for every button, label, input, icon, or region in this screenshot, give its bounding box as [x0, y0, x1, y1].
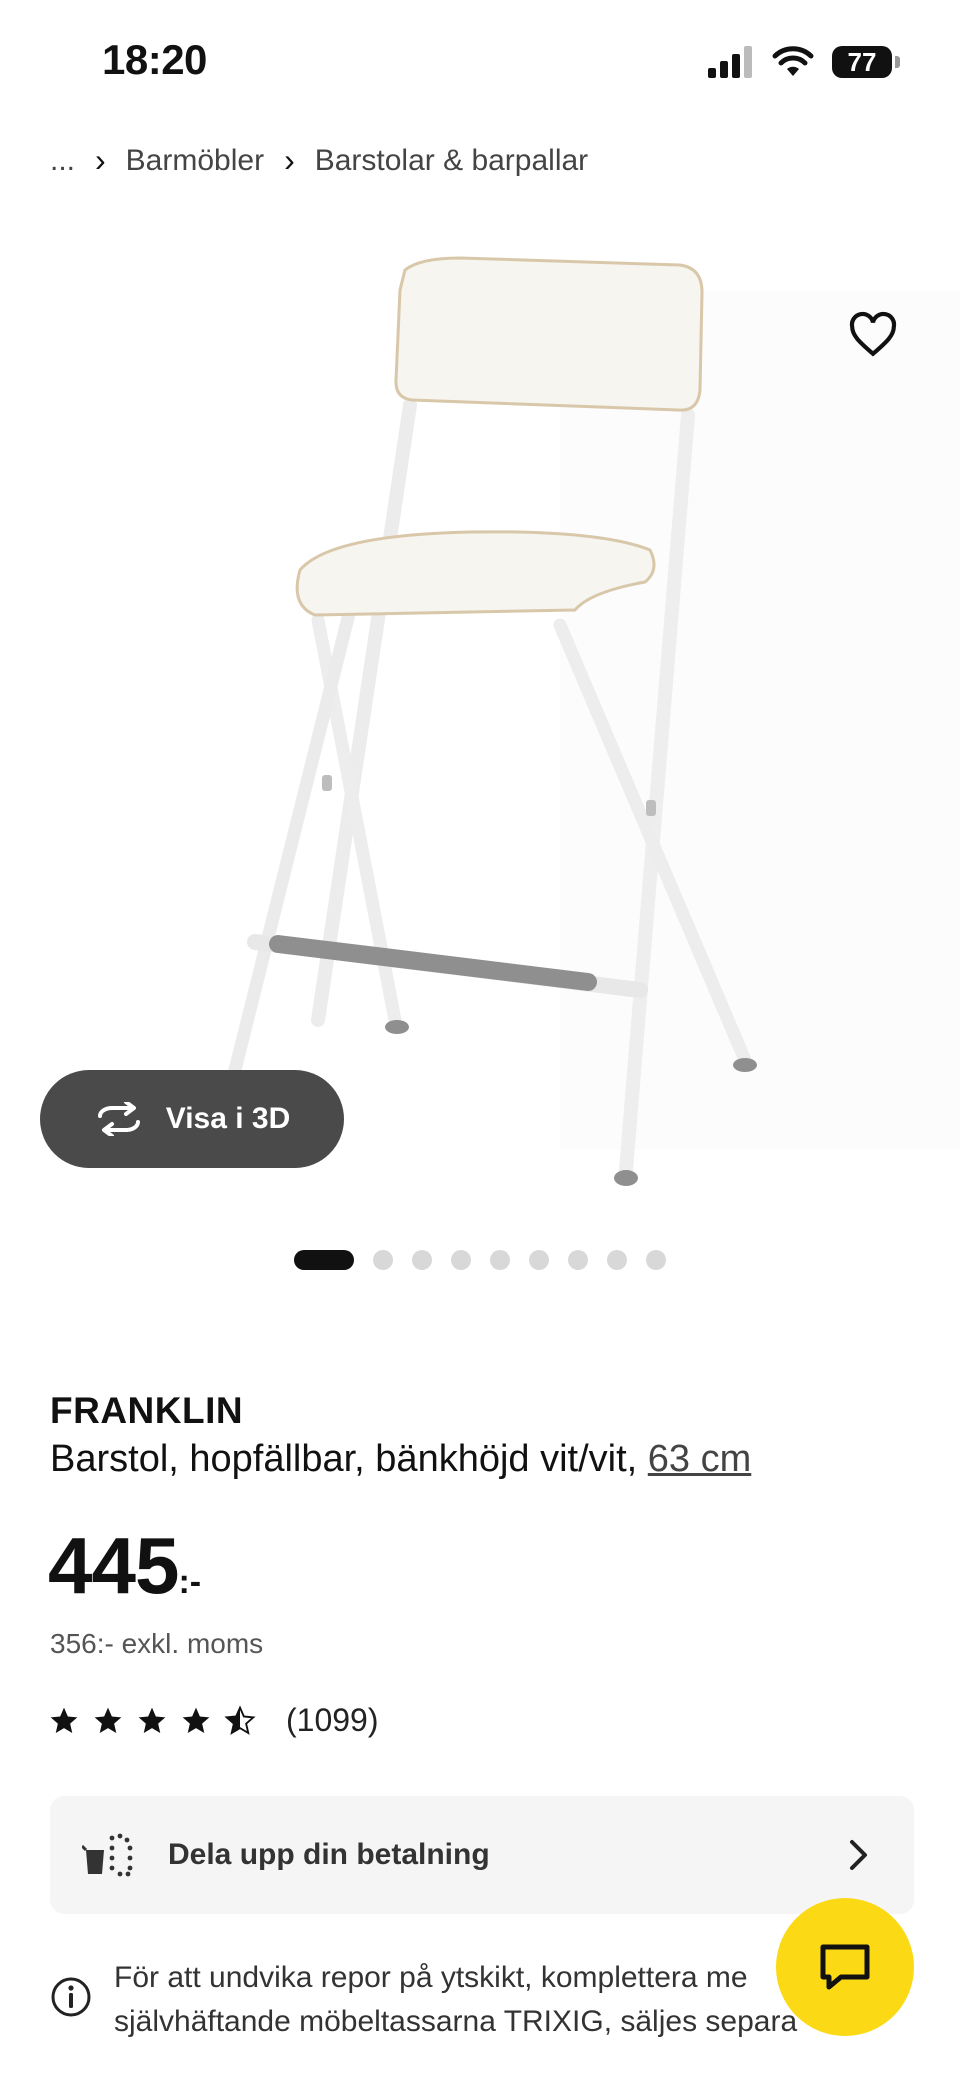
rotate-3d-icon	[97, 1102, 140, 1136]
split-payment-icon	[82, 1833, 133, 1877]
gallery-dot[interactable]	[646, 1250, 666, 1270]
gallery-dot[interactable]	[451, 1250, 471, 1270]
wifi-icon	[772, 46, 814, 76]
chat-button[interactable]	[776, 1898, 914, 2036]
product-image	[208, 256, 960, 1186]
gallery-dot[interactable]	[529, 1250, 549, 1270]
battery-indicator: 77	[832, 46, 900, 78]
product-description-text: Barstol, hopfällbar, bänkhöjd vit/vit,	[50, 1438, 638, 1480]
heart-icon[interactable]	[848, 310, 898, 360]
star-full-icon	[50, 1707, 78, 1733]
gallery-dot[interactable]	[607, 1250, 627, 1270]
signal-icon	[708, 46, 752, 78]
info-notice-line-1: För att undvika repor på ytskikt, komple…	[114, 1961, 748, 1994]
info-notice-line-2: självhäftande möbeltassarna TRIXIG, sälj…	[114, 2005, 798, 2038]
battery-level: 77	[832, 46, 892, 78]
view-in-3d-button[interactable]: Visa i 3D	[40, 1070, 344, 1168]
split-payment-label: Dela upp din betalning	[168, 1838, 490, 1871]
chat-icon	[820, 1944, 870, 1990]
gallery-dot[interactable]	[490, 1250, 510, 1270]
breadcrumb-item-barstolar[interactable]: Barstolar & barpallar	[315, 144, 588, 178]
status-time: 18:20	[102, 36, 207, 83]
product-description: Barstol, hopfällbar, bänkhöjd vit/vit, 6…	[50, 1438, 751, 1481]
gallery-pagination	[0, 1250, 960, 1270]
battery-cap	[895, 56, 900, 68]
price-ex-vat: 356:- exkl. moms	[50, 1628, 264, 1659]
info-icon	[51, 1977, 91, 2017]
chevron-right-icon: ›	[284, 142, 295, 178]
chevron-right-icon	[850, 1840, 867, 1870]
price-suffix: :-	[178, 1563, 202, 1601]
star-full-icon	[94, 1707, 122, 1733]
gallery-dot[interactable]	[568, 1250, 588, 1270]
status-indicators: 77	[708, 46, 900, 78]
rating[interactable]: (1099)	[48, 1702, 379, 1739]
product-brand: FRANKLIN	[50, 1390, 244, 1431]
breadcrumb-item-barmobler[interactable]: Barmöbler	[126, 144, 264, 178]
chevron-right-icon: ›	[95, 142, 106, 178]
price-main: 445	[48, 1521, 179, 1610]
product-price: 445 :-	[48, 1520, 201, 1612]
star-full-icon	[138, 1707, 166, 1733]
info-notice: För att undvika repor på ytskikt, komple…	[114, 1956, 834, 2044]
gallery-dot[interactable]	[373, 1250, 393, 1270]
gallery-dot-active[interactable]	[294, 1250, 354, 1270]
product-image-gallery[interactable]: Visa i 3D	[0, 230, 960, 1210]
rating-count: (1099)	[286, 1702, 379, 1738]
breadcrumb: ... › Barmöbler › Barstolar & barpallar	[50, 142, 588, 179]
split-payment-card[interactable]: Dela upp din betalning	[50, 1796, 914, 1914]
size-link[interactable]: 63 cm	[648, 1438, 751, 1480]
star-half-icon	[224, 1704, 256, 1735]
gallery-dot[interactable]	[412, 1250, 432, 1270]
star-full-icon	[182, 1707, 210, 1733]
view-in-3d-label: Visa i 3D	[165, 1102, 291, 1135]
breadcrumb-ellipsis[interactable]: ...	[50, 144, 75, 178]
